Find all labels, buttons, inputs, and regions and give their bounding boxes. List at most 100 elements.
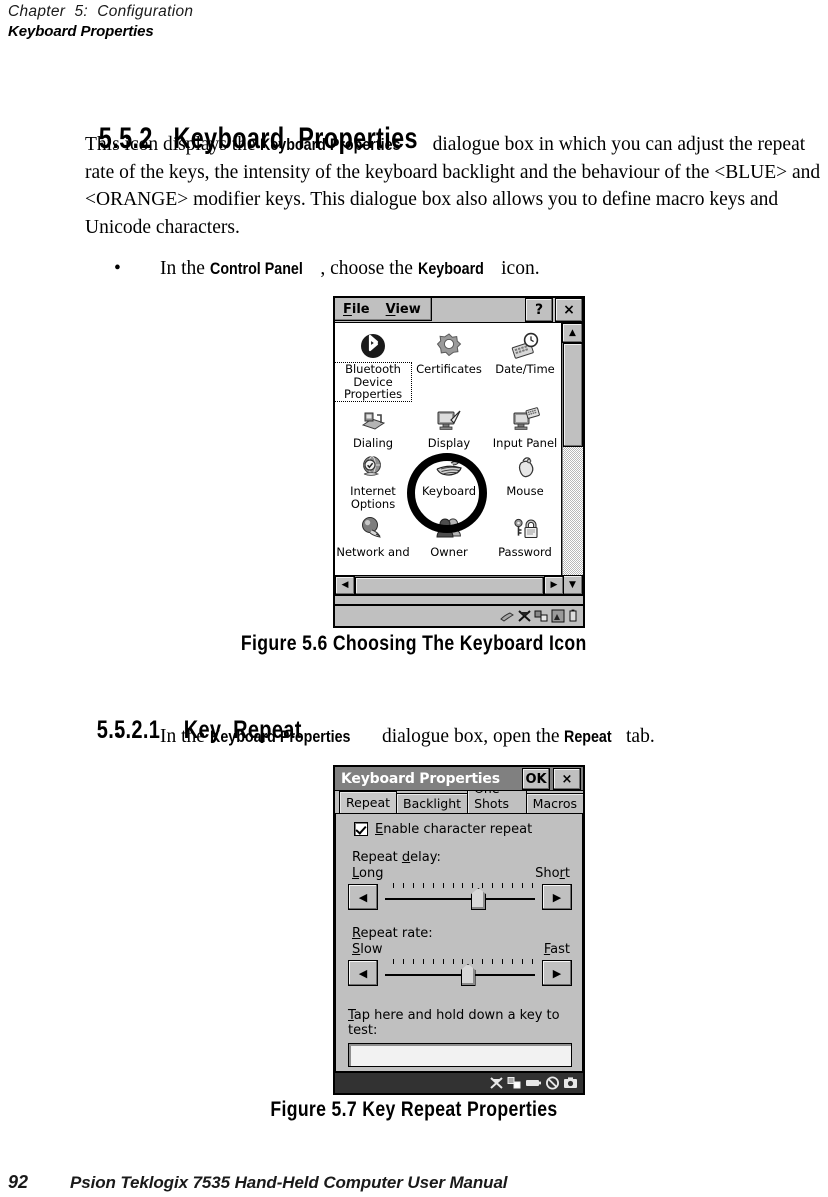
cp-label-network: Network and <box>336 545 410 559</box>
test-field-input[interactable] <box>348 1043 572 1067</box>
repeat-rate-slider[interactable] <box>385 958 535 988</box>
enable-repeat-accel: E <box>375 821 384 837</box>
tab-macros[interactable]: Macros <box>525 793 584 813</box>
chevron-right-icon: ▶ <box>552 890 562 904</box>
cp-item-certificates[interactable]: Certificates <box>411 327 487 401</box>
repeat-delay-right-label: Short <box>535 866 570 881</box>
control-panel-title-buttons: ? × <box>523 298 583 322</box>
stylus-icon[interactable] <box>499 609 515 623</box>
menu-view-accel: V <box>385 301 396 317</box>
cp-item-keyboard[interactable]: Keyboard <box>411 449 487 510</box>
dialog-title-bar: Keyboard Properties OK × <box>335 767 583 791</box>
repeat-delay-right-pre: Sho <box>535 866 560 881</box>
repeat-delay-ticks <box>393 883 533 888</box>
chevron-right-icon: ▶ <box>550 580 558 590</box>
cp-label-mouse: Mouse <box>506 484 544 498</box>
bullet-control-panel: • In the Control Panel , choose the Keybo… <box>114 256 540 282</box>
connection-icon[interactable] <box>534 609 549 623</box>
date-time-icon <box>508 329 542 363</box>
no-signal-icon[interactable] <box>517 609 532 623</box>
repeat-rate-endpoints: Slow Fast <box>352 942 570 957</box>
cp-item-network[interactable]: Network and <box>335 510 411 559</box>
cp-label-certificates: Certificates <box>416 362 482 376</box>
cp-item-dialing[interactable]: Dialing <box>335 401 411 450</box>
menu-view-rest: iew <box>395 301 421 317</box>
cp-item-display[interactable]: Display <box>411 401 487 450</box>
scroll-up-button[interactable]: ▲ <box>562 323 583 343</box>
no-signal-icon[interactable] <box>489 1076 504 1090</box>
control-panel-icon-area: Bluetooth Device Properties Certificates <box>335 322 583 596</box>
hscrollbar-track[interactable] <box>355 576 544 595</box>
display-icon <box>432 403 466 437</box>
mouse-icon <box>508 451 542 485</box>
vertical-scrollbar[interactable]: ▲ ▼ <box>561 323 583 595</box>
menu-file-rest: ile <box>351 301 370 317</box>
connection-icon[interactable] <box>507 1076 522 1090</box>
cp-item-mouse[interactable]: Mouse <box>487 449 563 510</box>
camera-icon[interactable] <box>563 1076 578 1090</box>
bullet-marker: • <box>114 258 121 279</box>
enable-character-repeat-row[interactable]: Enable character repeat <box>354 822 572 836</box>
cp-item-bluetooth[interactable]: Bluetooth Device Properties <box>335 327 412 402</box>
hscrollbar-thumb[interactable] <box>355 577 544 595</box>
ui-ref-repeat: Repeat <box>564 727 613 746</box>
repeat-delay-slider[interactable] <box>385 882 535 912</box>
battery-icon[interactable] <box>568 609 579 623</box>
scroll-down-button[interactable]: ▼ <box>562 575 583 595</box>
dialog-taskbar <box>335 1071 583 1093</box>
ui-ref-keyboard-properties-2: Keyboard Properties <box>209 727 351 746</box>
cp-item-password[interactable]: Password <box>487 510 563 559</box>
repeat-rate-decrease-button[interactable]: ◀ <box>348 960 378 986</box>
cp-label-bluetooth: Bluetooth Device Properties <box>335 362 412 402</box>
horizontal-scrollbar[interactable]: ◀ ▶ <box>335 575 564 595</box>
help-button[interactable]: ? <box>525 298 553 322</box>
repeat-delay-decrease-button[interactable]: ◀ <box>348 884 378 910</box>
cp-item-internet-options[interactable]: Internet Options <box>335 449 411 510</box>
keyboard-properties-dialog[interactable]: Keyboard Properties OK × Repeat Backligh… <box>333 765 585 1095</box>
bullet2-c: tab. <box>621 726 655 747</box>
repeat-rate-label: Repeat rate: <box>352 926 572 941</box>
cp-item-input-panel[interactable]: Input Panel <box>487 401 563 450</box>
scroll-right-button[interactable]: ▶ <box>544 576 564 595</box>
ui-ref-keyboard: Keyboard <box>417 259 484 278</box>
repeat-rate-increase-button[interactable]: ▶ <box>542 960 572 986</box>
bullet1-b: , choose the <box>320 258 418 279</box>
close-icon[interactable]: × <box>555 298 583 322</box>
control-panel-taskbar <box>335 604 583 626</box>
tab-backlight[interactable]: Backlight <box>396 793 469 813</box>
enable-character-repeat-checkbox[interactable] <box>354 822 368 836</box>
cp-item-owner[interactable]: Owner <box>411 510 487 559</box>
control-panel-icon-grid: Bluetooth Device Properties Certificates <box>335 323 563 559</box>
page-number: 92 <box>8 1172 29 1192</box>
dialing-icon <box>356 403 390 437</box>
ok-button[interactable]: OK <box>522 768 550 790</box>
chevron-right-icon: ▶ <box>552 966 562 980</box>
intro-text-a: This icon displays the <box>85 134 261 155</box>
menu-item-view[interactable]: View <box>386 303 421 316</box>
menu-item-file[interactable]: File <box>343 303 370 316</box>
prohibited-icon[interactable] <box>545 1076 560 1090</box>
repeat-delay-thumb[interactable] <box>471 888 486 910</box>
bullet-repeat-tab: • In the Keyboard Properties dialogue bo… <box>114 724 655 750</box>
repeat-rate-thumb[interactable] <box>460 964 476 986</box>
repeat-delay-left-rest: ong <box>359 866 384 881</box>
battery-icon[interactable] <box>525 1076 542 1090</box>
chevron-down-icon: ▼ <box>569 579 576 590</box>
scrollbar-track[interactable] <box>562 343 583 575</box>
bluetooth-icon <box>356 329 390 363</box>
scrollbar-thumb[interactable] <box>563 343 583 448</box>
repeat-rate-slider-row[interactable]: ◀ ▶ <box>348 958 572 988</box>
repeat-delay-slider-row[interactable]: ◀ ▶ <box>348 882 572 912</box>
close-icon[interactable]: × <box>553 768 581 790</box>
certificates-icon <box>432 329 466 363</box>
tab-repeat[interactable]: Repeat <box>339 791 398 813</box>
control-panel-window[interactable]: File View ? × Bluetooth Device Propertie… <box>333 296 585 628</box>
cp-item-datetime[interactable]: Date/Time <box>487 327 563 401</box>
repeat-delay-increase-button[interactable]: ▶ <box>542 884 572 910</box>
owner-icon <box>432 512 466 546</box>
scroll-left-button[interactable]: ◀ <box>335 576 355 595</box>
enable-character-repeat-label: Enable character repeat <box>375 823 532 836</box>
password-icon <box>508 512 542 546</box>
signal-icon[interactable] <box>551 609 566 623</box>
running-head-topic: Keyboard Properties <box>8 23 154 40</box>
